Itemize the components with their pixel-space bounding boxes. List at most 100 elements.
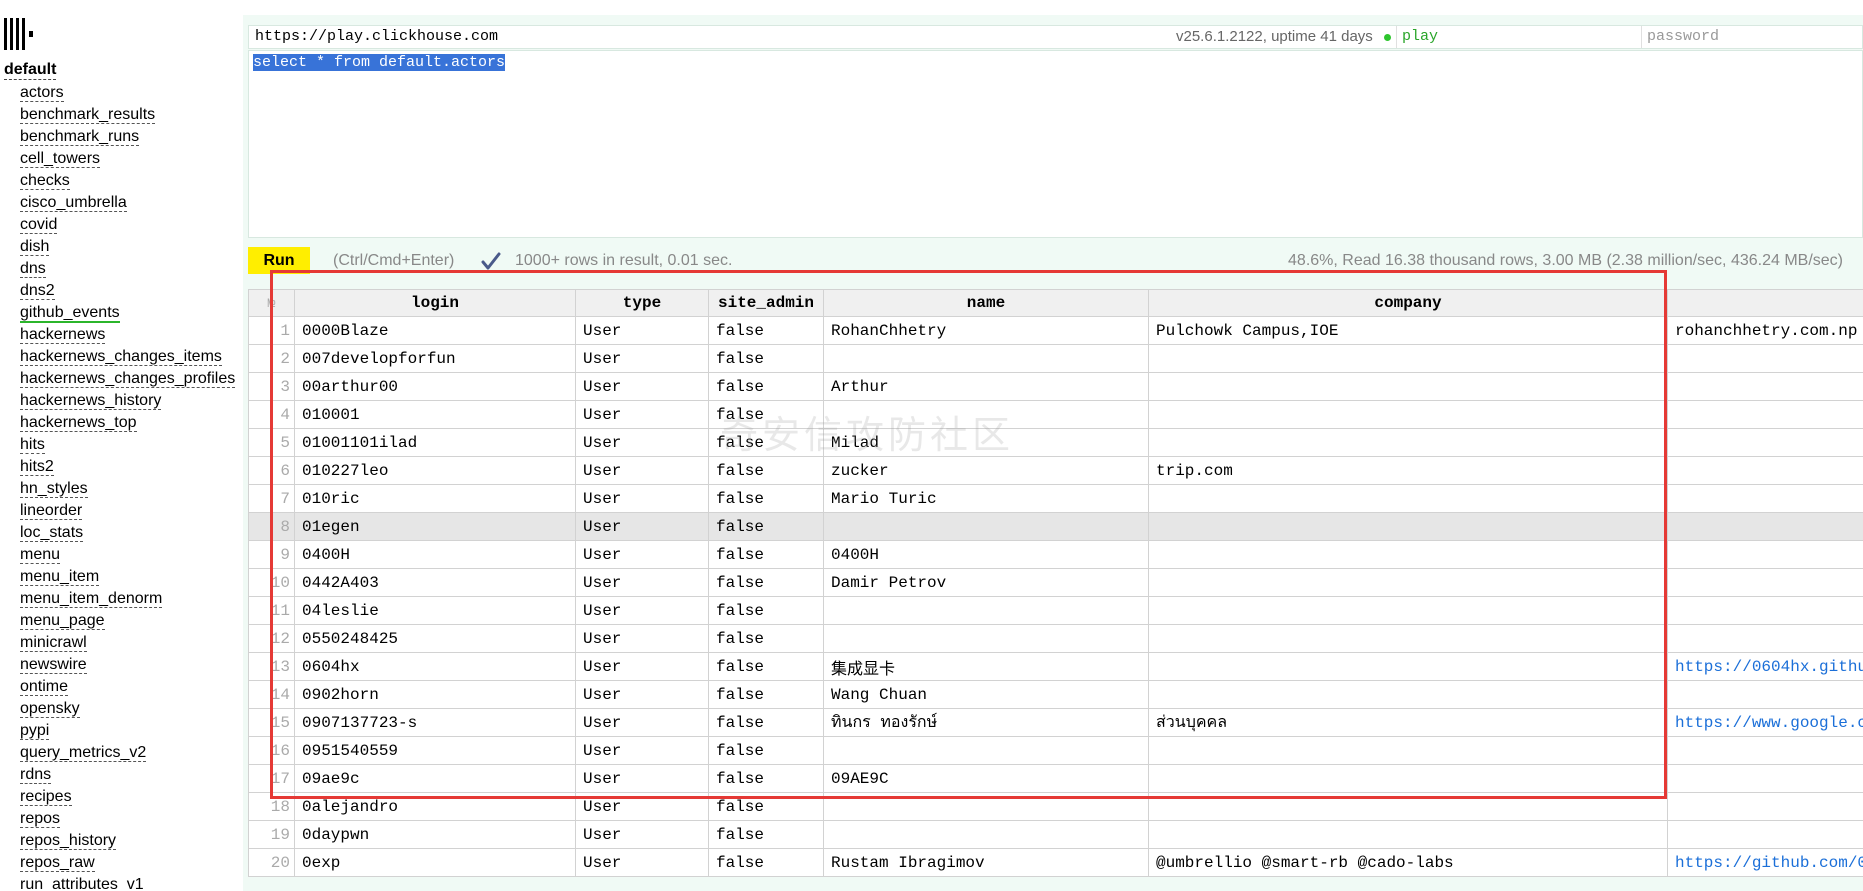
sidebar-table-label[interactable]: repos xyxy=(20,810,61,828)
sidebar-table-label[interactable]: rdns xyxy=(20,766,52,784)
table-cell[interactable]: Pulchowk Campus,IOE xyxy=(1148,316,1668,345)
table-cell[interactable] xyxy=(1667,540,1863,569)
sidebar-table-label[interactable]: menu_item xyxy=(20,568,100,586)
table-row[interactable]: 13 0604hx User false 集成显卡 https://0604hx.gith… xyxy=(248,652,1863,681)
table-cell[interactable]: false xyxy=(708,792,824,821)
sidebar-table-item[interactable]: menu xyxy=(20,545,235,567)
sidebar-table-item[interactable]: github_events xyxy=(20,303,235,325)
table-cell[interactable]: false xyxy=(708,400,824,429)
sidebar-table-item[interactable]: newswire xyxy=(20,655,235,677)
table-cell[interactable]: 0902horn xyxy=(294,680,576,709)
table-cell[interactable]: RohanChhetry xyxy=(823,316,1149,345)
table-row[interactable]: 3 00arthur00 User false Arthur xyxy=(248,372,1863,401)
sidebar-table-item[interactable]: hackernews xyxy=(20,325,235,347)
table-cell[interactable] xyxy=(823,624,1149,653)
table-cell[interactable]: 0daypwn xyxy=(294,820,576,849)
sidebar-table-label[interactable]: repos_raw xyxy=(20,854,95,872)
sidebar-table-label[interactable]: dns2 xyxy=(20,282,55,300)
url-input[interactable] xyxy=(249,26,1176,48)
table-row[interactable]: 5 01001101ilad User false Milad xyxy=(248,428,1863,457)
run-button[interactable]: Run xyxy=(248,247,310,274)
table-cell[interactable] xyxy=(1148,820,1668,849)
table-cell[interactable] xyxy=(1148,680,1668,709)
table-cell[interactable] xyxy=(1148,372,1668,401)
table-cell[interactable] xyxy=(1148,792,1668,821)
row-number[interactable]: 12 xyxy=(248,624,295,653)
table-cell[interactable]: 01egen xyxy=(294,512,576,541)
table-cell[interactable]: Rustam Ibragimov xyxy=(823,848,1149,877)
column-header[interactable] xyxy=(1667,289,1863,317)
sidebar-table-label[interactable]: menu xyxy=(20,546,61,564)
table-cell[interactable] xyxy=(823,512,1149,541)
table-cell[interactable]: User xyxy=(575,316,709,345)
sidebar-table-label[interactable]: cisco_umbrella xyxy=(20,194,127,212)
table-cell[interactable] xyxy=(1148,344,1668,373)
database-name[interactable]: default xyxy=(4,61,57,80)
table-cell[interactable]: User xyxy=(575,652,709,681)
sidebar-table-item[interactable]: dns2 xyxy=(20,281,235,303)
table-cell[interactable]: false xyxy=(708,428,824,457)
query-text[interactable]: select * from default.actors xyxy=(253,54,506,71)
table-cell[interactable]: false xyxy=(708,456,824,485)
table-cell[interactable] xyxy=(1148,512,1668,541)
table-cell[interactable]: false xyxy=(708,344,824,373)
table-cell[interactable] xyxy=(1667,764,1863,793)
table-row[interactable]: 9 0400H User false 0400H xyxy=(248,540,1863,569)
table-cell[interactable]: 0550248425 xyxy=(294,624,576,653)
table-cell[interactable]: User xyxy=(575,428,709,457)
table-row[interactable]: 11 04leslie User false xyxy=(248,596,1863,625)
column-header[interactable]: login xyxy=(294,289,576,317)
table-row[interactable]: 17 09ae9c User false 09AE9C xyxy=(248,764,1863,793)
table-cell[interactable]: false xyxy=(708,372,824,401)
sidebar-table-label[interactable]: lineorder xyxy=(20,502,83,520)
table-cell[interactable]: false xyxy=(708,652,824,681)
table-cell[interactable] xyxy=(1148,400,1668,429)
table-cell[interactable] xyxy=(1148,540,1668,569)
table-row[interactable]: 1 0000Blaze User false RohanChhetry Pulchowk … xyxy=(248,316,1863,345)
table-cell[interactable]: ทินกร ทองรักษ์ xyxy=(823,708,1149,737)
table-cell[interactable]: User xyxy=(575,456,709,485)
sidebar-table-label[interactable]: query_metrics_v2 xyxy=(20,744,147,762)
table-cell[interactable] xyxy=(1667,512,1863,541)
table-cell[interactable]: 0000Blaze xyxy=(294,316,576,345)
sidebar-table-item[interactable]: cisco_umbrella xyxy=(20,193,235,215)
table-cell[interactable] xyxy=(1667,456,1863,485)
sidebar-table-label[interactable]: hits xyxy=(20,436,45,454)
table-cell[interactable]: User xyxy=(575,484,709,513)
table-cell[interactable]: @umbrellio @smart-rb @cado-labs xyxy=(1148,848,1668,877)
table-cell[interactable] xyxy=(1667,372,1863,401)
sidebar-table-label[interactable]: recipes xyxy=(20,788,72,806)
table-row[interactable]: 18 0alejandro User false xyxy=(248,792,1863,821)
table-row[interactable]: 16 0951540559 User false xyxy=(248,736,1863,765)
sidebar-table-label[interactable]: opensky xyxy=(20,700,80,718)
table-cell[interactable] xyxy=(1148,568,1668,597)
sidebar-table-item[interactable]: hits xyxy=(20,435,235,457)
table-cell[interactable]: Arthur xyxy=(823,372,1149,401)
table-cell[interactable]: User xyxy=(575,736,709,765)
row-number[interactable]: 19 xyxy=(248,820,295,849)
table-cell[interactable]: 0951540559 xyxy=(294,736,576,765)
table-cell[interactable]: 0907137723-s xyxy=(294,708,576,737)
sidebar-table-label[interactable]: menu_page xyxy=(20,612,105,630)
table-cell[interactable]: 0442A403 xyxy=(294,568,576,597)
table-cell[interactable] xyxy=(1148,484,1668,513)
table-cell[interactable]: 00arthur00 xyxy=(294,372,576,401)
sidebar-table-label[interactable]: pypi xyxy=(20,722,50,740)
sidebar-table-label[interactable]: minicrawl xyxy=(20,634,87,652)
table-row[interactable]: 4 010001 User false xyxy=(248,400,1863,429)
table-cell[interactable]: User xyxy=(575,512,709,541)
sidebar-table-item[interactable]: lineorder xyxy=(20,501,235,523)
sidebar-table-item[interactable]: rdns xyxy=(20,765,235,787)
sidebar-table-label[interactable]: hackernews_changes_profiles xyxy=(20,370,236,388)
sidebar-table-label[interactable]: newswire xyxy=(20,656,87,674)
row-number[interactable]: 4 xyxy=(248,400,295,429)
sidebar-table-label[interactable]: cell_towers xyxy=(20,150,101,168)
sidebar-table-label[interactable]: checks xyxy=(20,172,70,190)
sidebar-table-label[interactable]: benchmark_results xyxy=(20,106,156,124)
table-cell[interactable] xyxy=(823,792,1149,821)
sidebar-table-item[interactable]: repos_raw xyxy=(20,853,235,875)
cell-link[interactable]: https://www.google.com xyxy=(1675,714,1863,732)
table-cell[interactable]: trip.com xyxy=(1148,456,1668,485)
table-cell[interactable] xyxy=(1148,596,1668,625)
row-number[interactable]: 7 xyxy=(248,484,295,513)
